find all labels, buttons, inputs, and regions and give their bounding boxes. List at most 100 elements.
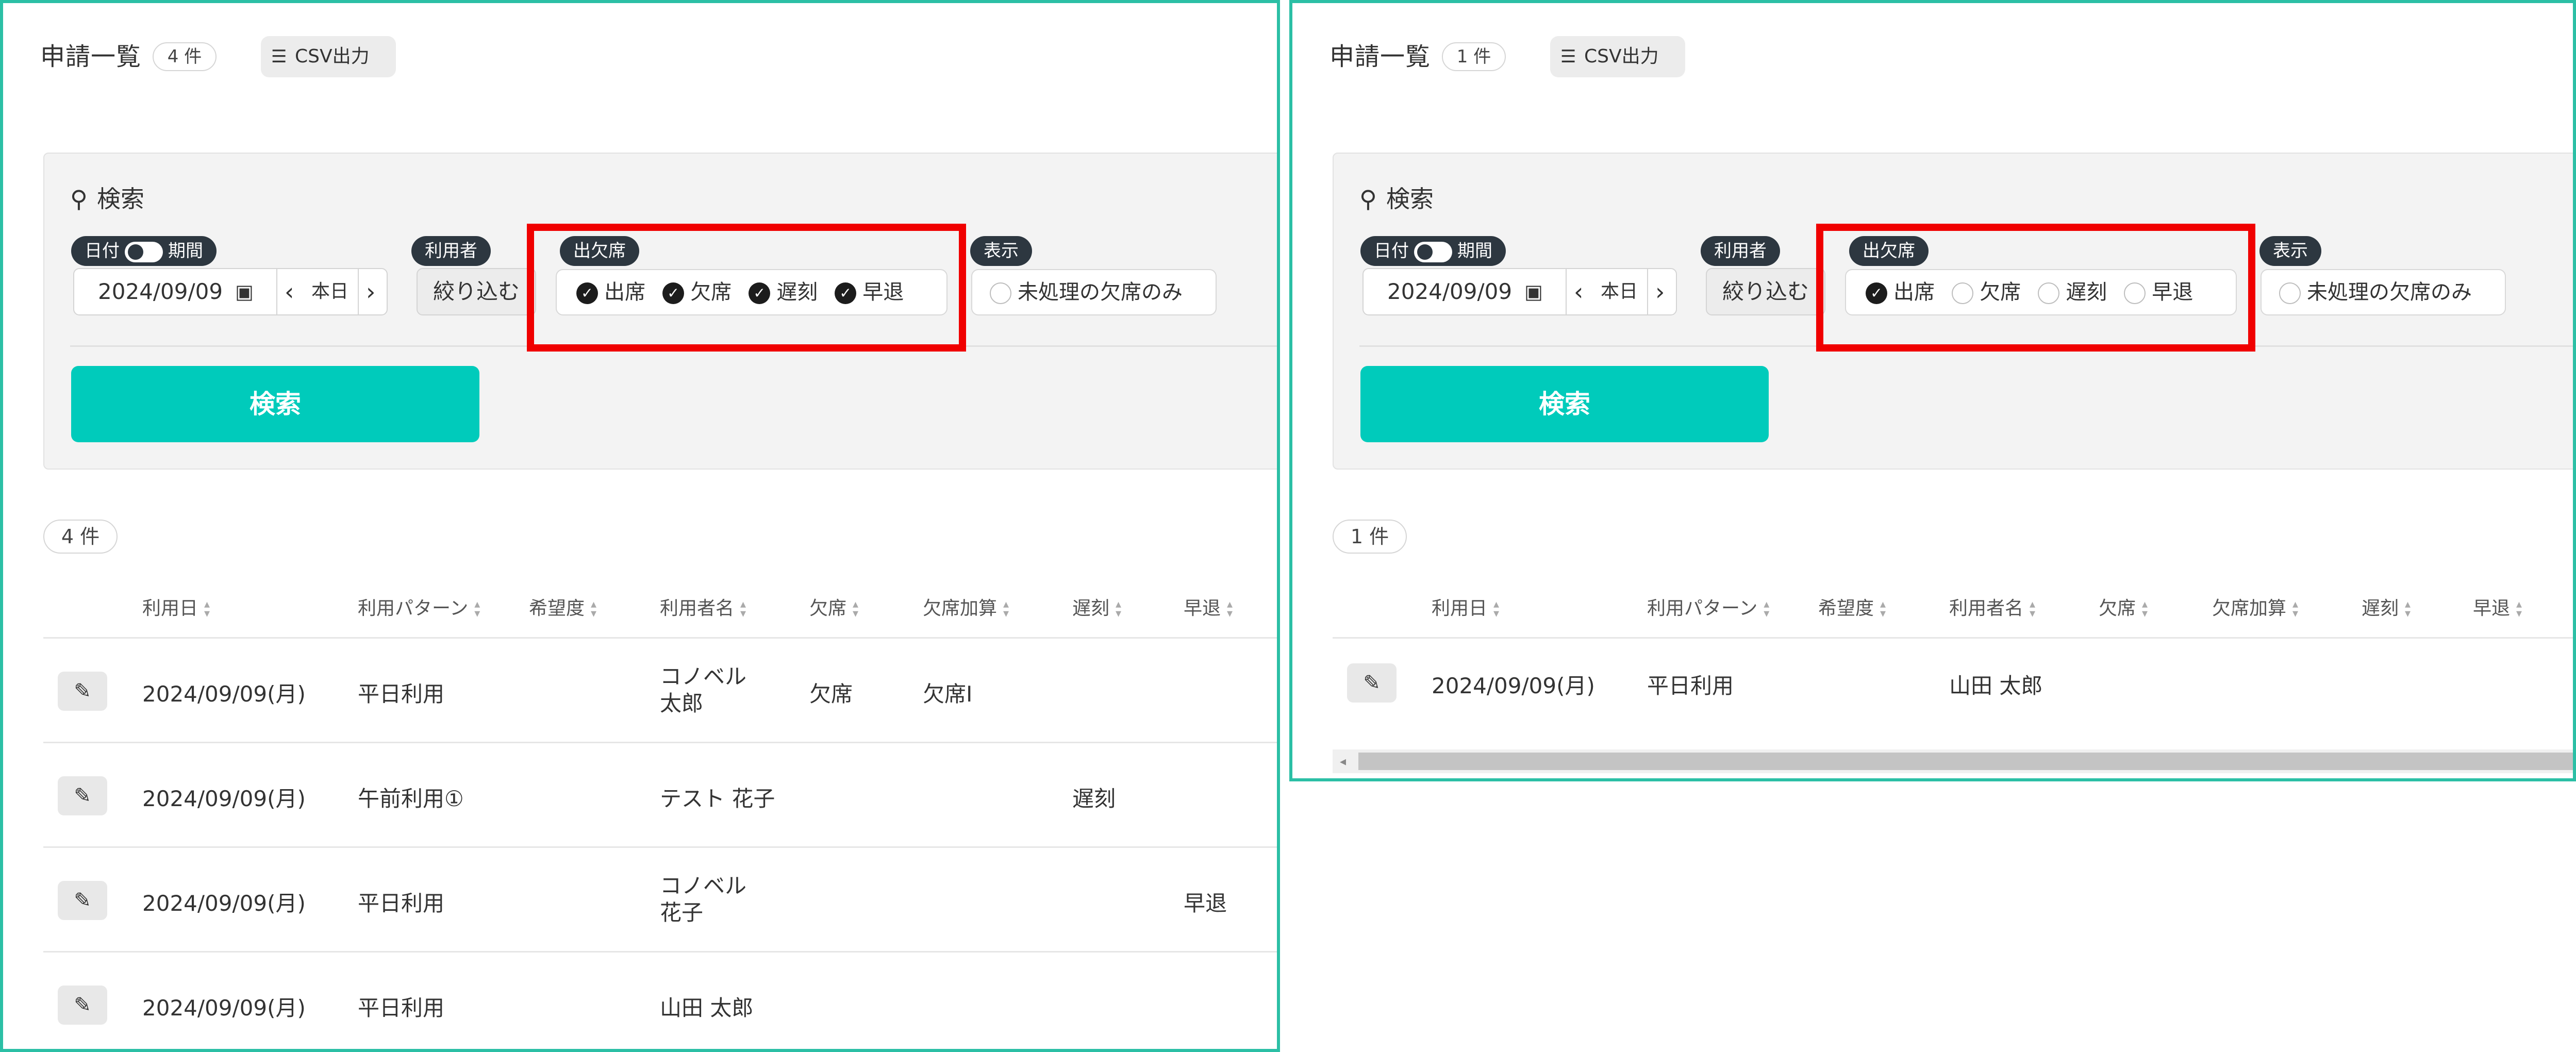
display-option-label: 未処理の欠席のみ [1018,280,1183,304]
cell-late: 遅刻 [1072,786,1116,811]
date-tag-label: 日付 [1374,241,1409,261]
page-title: 申請一覧 [1329,42,1431,71]
column-header[interactable]: 利用パターン ▴ ▾ [1647,580,1769,637]
csv-export-button[interactable]: ☰ CSV出力 [261,36,396,77]
column-header[interactable]: 遅刻 ▴ ▾ [2362,580,2411,637]
date-period-tag: 日付 期間 [71,236,217,266]
table-row: ✎ 2024/09/09(月) 平日利用 コノベル 花子 早退 [43,848,1277,953]
cell-name: コノベル 太郎 [660,664,747,716]
left-panel: 申請一覧 4 件 ☰ CSV出力 ⚲ 検索 日付 期間 2024/09/09 ▣ ‹ … [0,0,1280,1052]
total-count-badge: 4 件 [153,42,217,71]
cell-pattern: 平日利用 [1647,673,1734,698]
radio-icon [990,282,1011,304]
today-button[interactable]: 本日 [311,269,348,314]
table-row: ✎ 2024/09/09(月) 平日利用 山田 太郎 [1333,639,2573,726]
user-tag: 利用者 [411,236,491,266]
horizontal-scrollbar[interactable]: ◂ [1333,749,2573,773]
cell-date: 2024/09/09(月) [142,681,306,707]
highlight-box [1816,224,2255,352]
sort-icon: ▴ ▾ [1764,598,1770,620]
next-day-button[interactable]: › [366,269,375,314]
edit-icon[interactable]: ✎ [58,881,107,920]
divider [358,269,359,314]
display-filter-group[interactable]: 未処理の欠席のみ [2261,269,2506,315]
column-label: 利用者名 [1949,598,2024,619]
divider [1566,269,1567,314]
column-label: 希望度 [529,598,585,619]
cell-date: 2024/09/09(月) [142,891,306,916]
column-header[interactable]: 利用者名 ▴ ▾ [1949,580,2035,637]
cell-early: 早退 [1184,891,1227,916]
search-button[interactable]: 検索 [1360,366,1769,442]
column-label: 希望度 [1818,598,1874,619]
scroll-left-icon[interactable]: ◂ [1340,749,1346,773]
edit-icon[interactable]: ✎ [58,776,107,815]
sort-icon: ▴ ▾ [2142,598,2148,620]
result-count-badge: 1 件 [1333,520,1407,554]
sort-icon: ▴ ▾ [2516,598,2522,620]
prev-day-button[interactable]: ‹ [285,269,294,314]
sort-icon: ▴ ▾ [1003,598,1009,620]
calendar-icon[interactable]: ▣ [235,269,254,314]
sort-icon: ▴ ▾ [853,598,859,620]
date-input[interactable]: 2024/09/09 [98,269,223,314]
narrow-users-button[interactable]: 絞り込む [417,268,536,315]
column-label: 利用パターン [1647,598,1758,619]
column-label: 早退 [2473,598,2511,619]
display-filter-group[interactable]: 未処理の欠席のみ [971,269,1217,315]
list-icon: ☰ [1560,46,1576,67]
display-option-label: 未処理の欠席のみ [2307,280,2472,304]
column-header[interactable]: 欠席加算 ▴ ▾ [923,580,1009,637]
column-header[interactable]: 欠席 ▴ ▾ [2099,580,2148,637]
column-label: 利用日 [142,598,198,619]
column-label: 欠席 [809,598,847,619]
cell-pattern: 平日利用 [358,891,445,916]
cell-date: 2024/09/09(月) [142,786,306,811]
sort-icon: ▴ ▾ [1116,598,1122,620]
cell-date: 2024/09/09(月) [142,995,306,1021]
table-header-row: 利用日 ▴ ▾ 利用パターン ▴ ▾ 希望度 ▴ ▾ 利用者名 ▴ ▾ 欠席 ▴ ▾ 欠席加算 ▴ ▾ … [1333,580,2573,639]
column-header[interactable]: 早退 ▴ ▾ [2473,580,2522,637]
search-heading-label: 検索 [97,185,144,213]
column-label: 早退 [1184,598,1221,619]
calendar-icon[interactable]: ▣ [1524,269,1543,314]
date-period-toggle[interactable] [1414,241,1452,262]
divider [276,269,277,314]
prev-day-button[interactable]: ‹ [1574,269,1583,314]
magnifier-icon: ⚲ [1359,185,1377,213]
sort-icon: ▴ ▾ [204,598,210,620]
column-header[interactable]: 欠席 ▴ ▾ [809,580,858,637]
column-header[interactable]: 希望度 ▴ ▾ [529,580,596,637]
date-period-toggle[interactable] [125,241,163,262]
column-header[interactable]: 早退 ▴ ▾ [1184,580,1233,637]
column-header[interactable]: 利用日 ▴ ▾ [1432,580,1499,637]
sort-icon: ▴ ▾ [1493,598,1500,620]
sort-icon: ▴ ▾ [1227,598,1233,620]
user-tag: 利用者 [1701,236,1780,266]
column-header[interactable]: 遅刻 ▴ ▾ [1072,580,1121,637]
results-table: 利用日 ▴ ▾ 利用パターン ▴ ▾ 希望度 ▴ ▾ 利用者名 ▴ ▾ 欠席 ▴ ▾ 欠席加算 ▴ ▾ … [43,580,1277,1049]
search-heading-label: 検索 [1386,185,1434,213]
column-header[interactable]: 欠席加算 ▴ ▾ [2212,580,2298,637]
csv-export-button[interactable]: ☰ CSV出力 [1550,36,1685,77]
edit-icon[interactable]: ✎ [58,672,107,711]
narrow-users-button[interactable]: 絞り込む [1706,268,1825,315]
column-label: 遅刻 [2362,598,2399,619]
edit-icon[interactable]: ✎ [1347,663,1397,703]
scrollbar-thumb[interactable] [1358,753,2573,770]
sort-icon: ▴ ▾ [1880,598,1886,620]
column-label: 欠席加算 [923,598,998,619]
column-header[interactable]: 利用者名 ▴ ▾ [660,580,746,637]
today-button[interactable]: 本日 [1601,269,1638,314]
page-title: 申請一覧 [40,42,142,71]
next-day-button[interactable]: › [1655,269,1665,314]
sort-icon: ▴ ▾ [591,598,597,620]
radio-icon [2279,282,2301,304]
period-tag-label: 期間 [1457,241,1492,261]
search-button[interactable]: 検索 [71,366,479,442]
edit-icon[interactable]: ✎ [58,986,107,1025]
column-header[interactable]: 利用パターン ▴ ▾ [358,580,480,637]
column-header[interactable]: 希望度 ▴ ▾ [1818,580,1886,637]
column-header[interactable]: 利用日 ▴ ▾ [142,580,210,637]
date-input[interactable]: 2024/09/09 [1387,269,1512,314]
